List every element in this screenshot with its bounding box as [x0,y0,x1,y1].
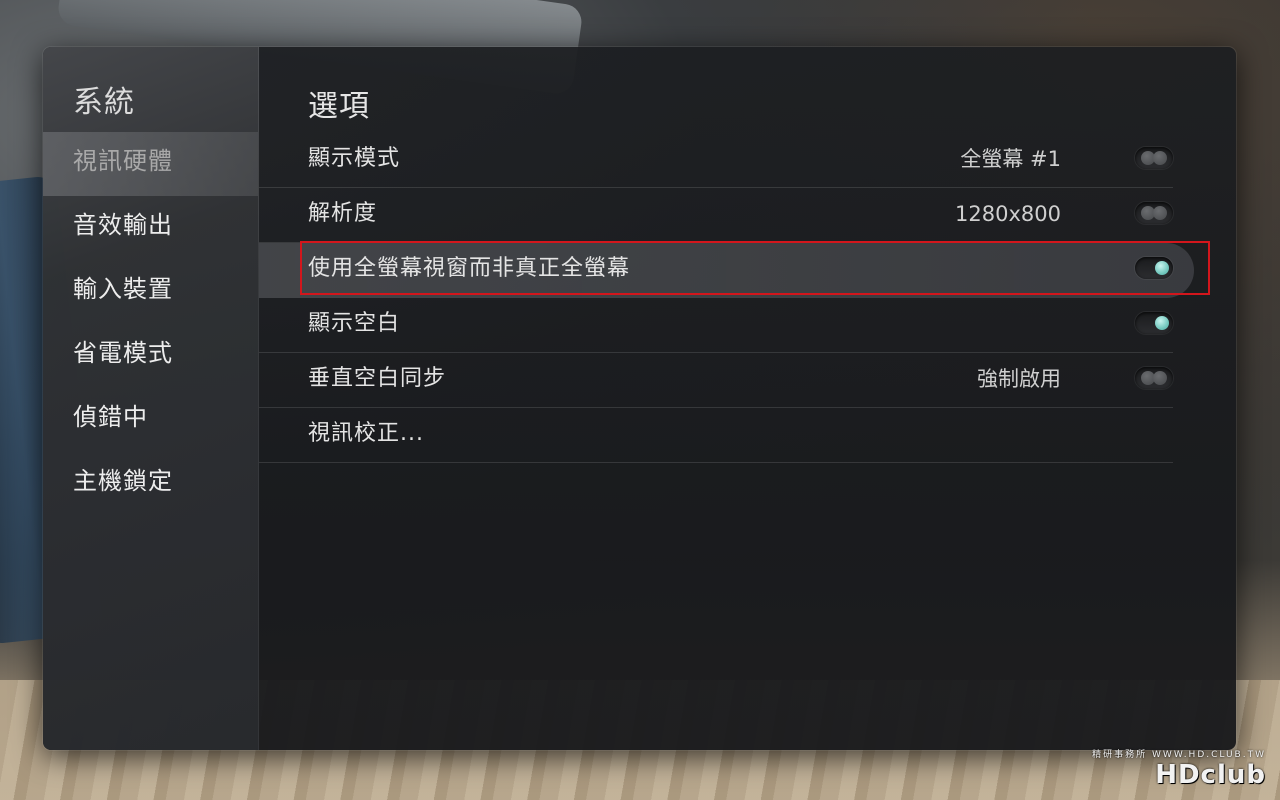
watermark-sub: 精研事務所 WWW.HD.CLUB.TW [1092,750,1266,760]
option-label: 顯示空白 [308,311,401,336]
watermark-text: HDclub [1155,760,1266,790]
option-resolution[interactable]: 解析度 1280x800 [259,188,1173,243]
spinner-icon[interactable] [1135,367,1173,389]
option-label: 顯示模式 [308,146,401,171]
settings-panel: 系統 視訊硬體 音效輸出 輸入裝置 省電模式 偵錯中 主機鎖定 選項 顯示模式 … [43,47,1236,750]
option-display-mode[interactable]: 顯示模式 全螢幕 #1 [259,133,1173,188]
watermark-logo: 精研事務所 WWW.HD.CLUB.TW HDclub [1092,747,1266,790]
option-value: 全螢幕 #1 [960,147,1061,171]
option-label: 垂直空白同步 [308,366,447,391]
sidebar-title: 系統 [73,85,135,120]
options-list: 顯示模式 全螢幕 #1 解析度 1280x800 使用全螢幕視窗而非真正全螢幕 … [259,133,1194,463]
options-pane: 選項 顯示模式 全螢幕 #1 解析度 1280x800 使用全螢幕視窗而非真正全… [259,47,1236,750]
option-video-calibration[interactable]: 視訊校正... [259,408,1173,463]
toggle-switch[interactable] [1135,257,1173,279]
sidebar-item-audio-output[interactable]: 音效輸出 [43,196,258,260]
sidebar: 系統 視訊硬體 音效輸出 輸入裝置 省電模式 偵錯中 主機鎖定 [43,47,259,750]
sidebar-item-input-devices[interactable]: 輸入裝置 [43,260,258,324]
option-label: 視訊校正... [308,421,424,446]
option-label: 使用全螢幕視窗而非真正全螢幕 [308,256,631,281]
spinner-icon[interactable] [1135,202,1173,224]
option-vsync[interactable]: 垂直空白同步 強制啟用 [259,353,1173,408]
option-fullscreen-window[interactable]: 使用全螢幕視窗而非真正全螢幕 [259,243,1194,298]
page-title: 選項 [308,89,370,124]
spinner-icon[interactable] [1135,147,1173,169]
sidebar-item-power-saving[interactable]: 省電模式 [43,324,258,388]
sidebar-item-master-lock[interactable]: 主機鎖定 [43,452,258,516]
option-blank-displays[interactable]: 顯示空白 [259,298,1173,353]
toggle-switch[interactable] [1135,312,1173,334]
sidebar-list: 視訊硬體 音效輸出 輸入裝置 省電模式 偵錯中 主機鎖定 [43,132,258,516]
option-value: 強制啟用 [977,367,1061,391]
sidebar-item-debugging[interactable]: 偵錯中 [43,388,258,452]
option-label: 解析度 [308,201,378,226]
sidebar-item-video-hardware[interactable]: 視訊硬體 [43,132,258,196]
option-value: 1280x800 [955,202,1061,226]
